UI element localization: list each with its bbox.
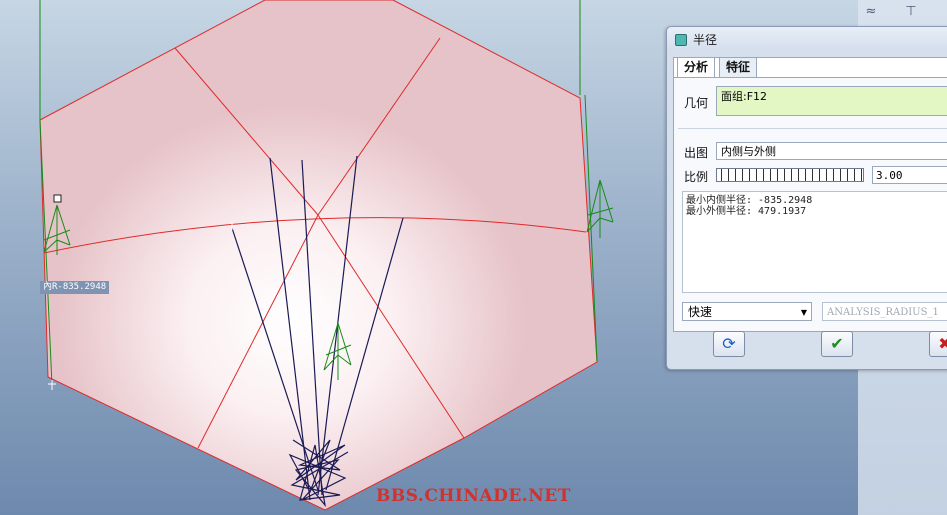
tab-content-analysis: 几何 面组:F12 出图 内侧与外侧 比例 3.00 最小内侧半径: -835.… [674, 78, 947, 331]
selection-handle[interactable] [53, 194, 62, 203]
dialog-title-bar[interactable]: 半径 [667, 27, 947, 51]
result-line-min-outer: 最小外侧半径: 479.1937 [686, 206, 807, 217]
geometry-collector[interactable]: 面组:F12 [716, 86, 947, 116]
analysis-name-field[interactable]: ANALYSIS_RADIUS_1 [822, 302, 947, 321]
tab-analysis[interactable]: 分析 [677, 57, 716, 78]
radius-dialog: 半径 分析 特征 几何 面组:F12 出图 内侧与外侧 比例 3.00 最小内侧… [666, 26, 947, 370]
mode-dropdown[interactable]: 快速 ▼ [682, 302, 812, 321]
result-line-min-inner: 最小内侧半径: -835.2948 [686, 195, 813, 206]
tab-feature[interactable]: 特征 [719, 57, 758, 77]
curve-analysis-icon[interactable]: ≈ [862, 4, 880, 20]
geometry-label: 几何 [684, 96, 709, 110]
watermark-text: BBS.CHINADE.NET [376, 486, 571, 506]
mode-value: 快速 [688, 305, 713, 319]
dialog-title: 半径 [693, 33, 718, 47]
checkmark-icon: ✔ [830, 334, 844, 353]
scale-input[interactable]: 3.00 [872, 166, 947, 184]
ok-button[interactable]: ✔ [821, 331, 853, 357]
dialog-panel: 分析 特征 几何 面组:F12 出图 内侧与外侧 比例 3.00 最小内侧半径:… [673, 57, 947, 332]
close-icon: ✖ [938, 334, 947, 353]
scale-slider[interactable] [716, 168, 864, 182]
dialog-icon [675, 34, 687, 46]
chevron-down-icon: ▼ [800, 308, 807, 317]
refresh-button[interactable]: ⟳ [713, 331, 745, 357]
dimension-label: 內R-835.2948 [40, 281, 110, 294]
datum-icon[interactable]: ⊤ [902, 4, 920, 20]
cancel-button[interactable]: ✖ [929, 331, 947, 357]
refresh-icon: ⟳ [722, 334, 736, 353]
datum-point-marker-2 [48, 380, 56, 390]
scale-label: 比例 [684, 170, 709, 184]
plot-label: 出图 [684, 146, 709, 160]
results-box: 最小内侧半径: -835.2948 最小外侧半径: 479.1937 [682, 191, 947, 293]
plot-dropdown[interactable]: 内侧与外侧 [716, 142, 947, 160]
